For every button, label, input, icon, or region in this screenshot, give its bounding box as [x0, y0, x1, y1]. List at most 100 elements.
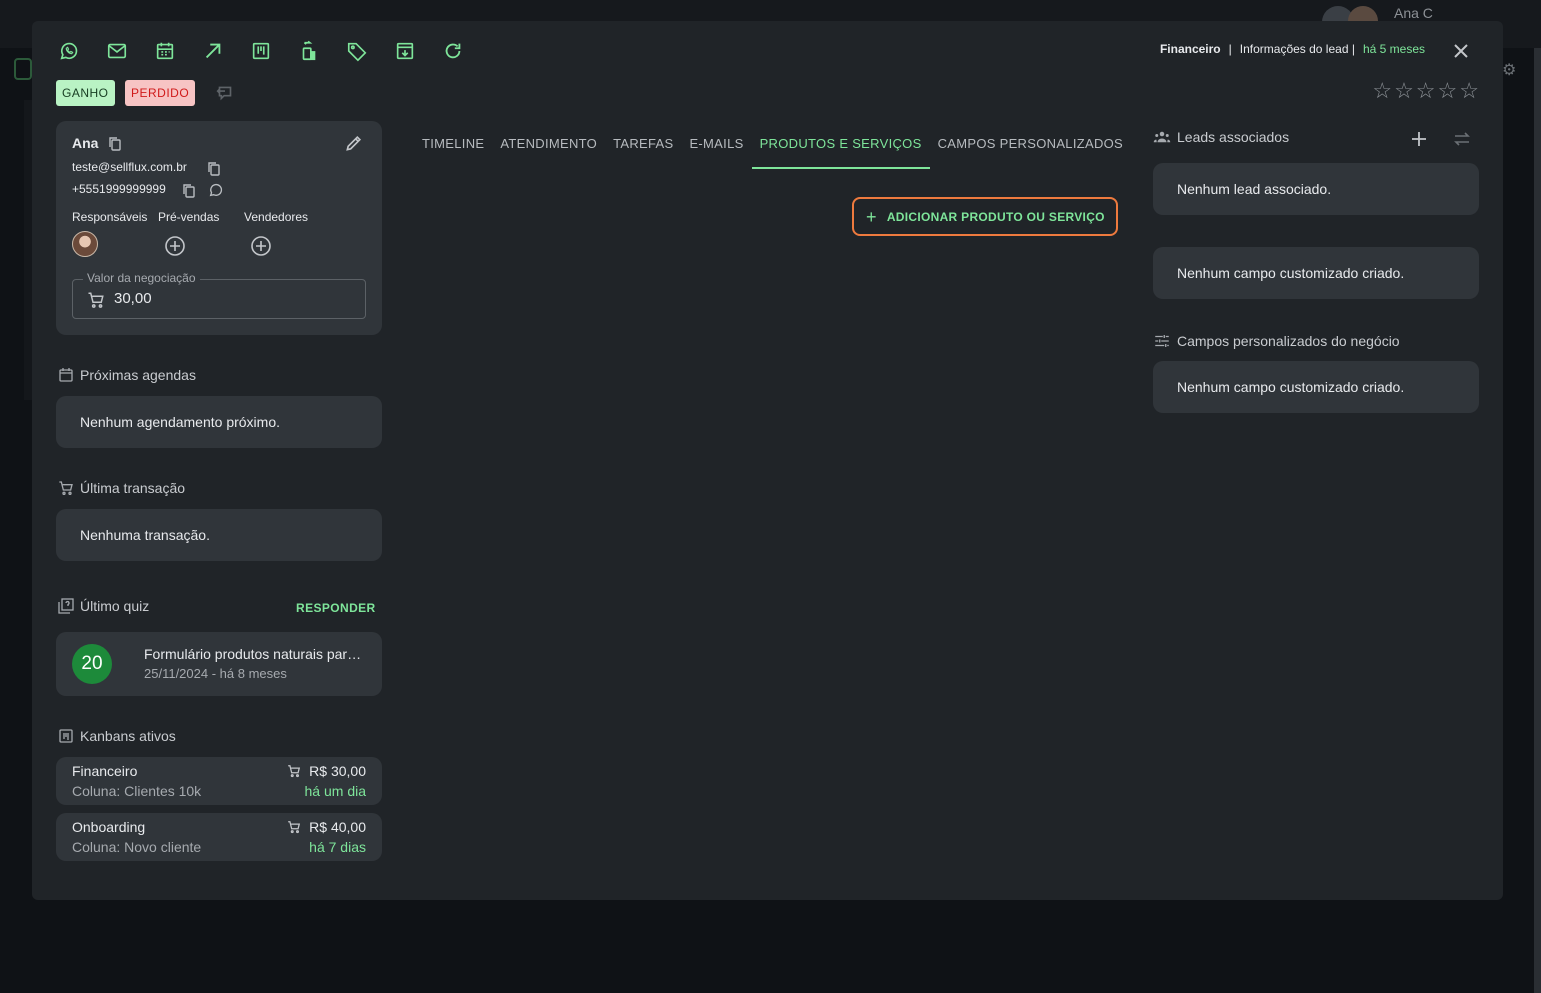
custom-fields-empty: Nenhum campo customizado criado. [1153, 247, 1479, 299]
pipeline-name: Financeiro [1159, 42, 1221, 56]
tab-emails[interactable]: E-MAILS [681, 135, 751, 169]
deal-value-label: Valor da negociação [83, 271, 200, 285]
quiz-heading: Último quiz [58, 598, 149, 614]
archive-icon[interactable] [394, 39, 442, 63]
kanban-value-text: R$ 30,00 [309, 763, 366, 779]
undo-status-icon[interactable] [214, 81, 236, 103]
contact-email: teste@sellflux.com.br [72, 160, 187, 174]
presales-label: Pré-vendas [158, 210, 220, 224]
background-user-name: Ana C [1394, 5, 1433, 21]
schedules-heading: Próximas agendas [58, 367, 196, 383]
transaction-heading: Última transação [58, 480, 185, 496]
background-sidebar [24, 100, 32, 400]
quiz-title: Último quiz [80, 598, 150, 614]
transaction-title: Última transação [80, 480, 186, 496]
tab-campos-personalizados[interactable]: CAMPOS PERSONALIZADOS [930, 135, 1131, 169]
won-button[interactable]: GANHO [56, 80, 115, 106]
mail-icon[interactable] [106, 39, 154, 63]
quiz-form-name: Formulário produtos naturais para você [144, 646, 368, 662]
kanban-column: Coluna: Novo cliente [72, 839, 202, 855]
group-icon [1153, 131, 1171, 143]
star-icon[interactable]: ☆ [1372, 80, 1392, 102]
quiz-icon [58, 598, 74, 614]
cart-icon [59, 481, 73, 495]
kanbans-title: Kanbans ativos [80, 728, 176, 744]
cart-icon [87, 291, 105, 309]
star-icon[interactable]: ☆ [1438, 80, 1458, 102]
close-icon[interactable] [1449, 39, 1473, 63]
contact-phone: +5551999999999 [72, 182, 166, 196]
star-icon[interactable]: ☆ [1416, 80, 1436, 102]
deal-value-field[interactable]: Valor da negociação 30,00 [72, 271, 366, 319]
business-fields-empty: Nenhum campo customizado criado. [1153, 361, 1479, 413]
tune-icon [1155, 335, 1169, 347]
respond-quiz-button[interactable]: RESPONDER [296, 601, 376, 615]
calendar-icon [59, 368, 73, 382]
responsible-avatar[interactable] [72, 231, 98, 257]
deal-value[interactable]: 30,00 [114, 290, 152, 307]
tab-produtos-servicos[interactable]: PRODUTOS E SERVIÇOS [751, 135, 930, 169]
kanban-item[interactable]: Financeiro Coluna: Clientes 10k R$ 30,00… [56, 757, 382, 805]
add-product-button[interactable]: + ADICIONAR PRODUTO OU SERVIÇO [852, 197, 1118, 236]
whatsapp-icon[interactable] [208, 182, 224, 198]
lead-header-meta: Financeiro | Informações do lead | há 5 … [1160, 42, 1425, 56]
swap-icon[interactable] [1451, 128, 1473, 150]
cart-icon [288, 821, 301, 834]
kanban-when: há 7 dias [309, 839, 366, 855]
copy-icon[interactable] [108, 136, 122, 152]
kanbans-heading: Kanbans ativos [58, 728, 176, 744]
lost-button[interactable]: PERDIDO [125, 80, 196, 106]
tab-tarefas[interactable]: TAREFAS [605, 135, 681, 169]
transaction-empty: Nenhuma transação. [56, 509, 382, 561]
add-product-label: ADICIONAR PRODUTO OU SERVIÇO [886, 209, 1105, 224]
background-gear-icon: ⚙ [1502, 62, 1517, 79]
contact-card: Ana teste@sellflux.com.br +5551999999999… [56, 121, 382, 335]
kanban-when: há um dia [304, 783, 366, 799]
background-sidebar-icon [14, 58, 32, 80]
associated-leads-heading: Leads associados [1153, 128, 1289, 146]
star-icon[interactable]: ☆ [1459, 80, 1479, 102]
lead-info-label: Informações do lead | [1239, 42, 1355, 56]
tab-atendimento[interactable]: ATENDIMENTO [492, 135, 605, 169]
tag-icon[interactable] [346, 39, 394, 63]
cart-icon [288, 765, 301, 778]
lead-tabs: TIMELINE ATENDIMENTO TAREFAS E-MAILS PRO… [414, 135, 1131, 169]
lead-modal: Financeiro | Informações do lead | há 5 … [32, 21, 1503, 900]
kanban-name: Financeiro [72, 763, 138, 779]
sellers-label: Vendedores [244, 210, 309, 224]
associated-leads-title: Leads associados [1177, 129, 1290, 145]
page-scrollbar[interactable] [1534, 48, 1541, 993]
associated-leads-empty: Nenhum lead associado. [1153, 163, 1479, 215]
kanban-icon [59, 729, 73, 743]
quiz-score: 20 [72, 644, 112, 684]
plus-icon: + [866, 206, 877, 227]
business-fields-heading: Campos personalizados do negócio [1153, 332, 1400, 350]
arrow-up-right-icon[interactable] [202, 39, 250, 63]
add-presales-icon[interactable] [164, 235, 186, 257]
contact-name: Ana [72, 135, 99, 151]
calendar-icon[interactable] [154, 39, 202, 63]
schedules-empty: Nenhum agendamento próximo. [56, 396, 382, 448]
refresh-icon[interactable] [442, 39, 490, 63]
business-fields-title: Campos personalizados do negócio [1177, 333, 1400, 349]
transfer-icon[interactable] [298, 39, 346, 63]
add-lead-icon[interactable] [1408, 128, 1430, 150]
copy-icon[interactable] [182, 183, 196, 199]
responsible-label: Responsáveis [72, 210, 148, 224]
kanban-name: Onboarding [72, 819, 146, 835]
kanban-item[interactable]: Onboarding Coluna: Novo cliente R$ 40,00… [56, 813, 382, 861]
header-separator: | [1228, 42, 1232, 56]
kanban-column: Coluna: Clientes 10k [72, 783, 202, 799]
kanban-icon[interactable] [250, 39, 298, 63]
tab-timeline[interactable]: TIMELINE [414, 135, 492, 169]
whatsapp-icon[interactable] [58, 39, 106, 63]
lead-age: há 5 meses [1362, 42, 1425, 56]
edit-icon[interactable] [344, 133, 364, 153]
kanban-value-text: R$ 40,00 [309, 819, 366, 835]
copy-icon[interactable] [207, 161, 221, 177]
add-seller-icon[interactable] [250, 235, 272, 257]
kanban-value: R$ 40,00 [287, 819, 366, 835]
quiz-card[interactable]: 20 Formulário produtos naturais para voc… [56, 632, 382, 696]
star-icon[interactable]: ☆ [1394, 80, 1414, 102]
kanban-value: R$ 30,00 [287, 763, 366, 779]
